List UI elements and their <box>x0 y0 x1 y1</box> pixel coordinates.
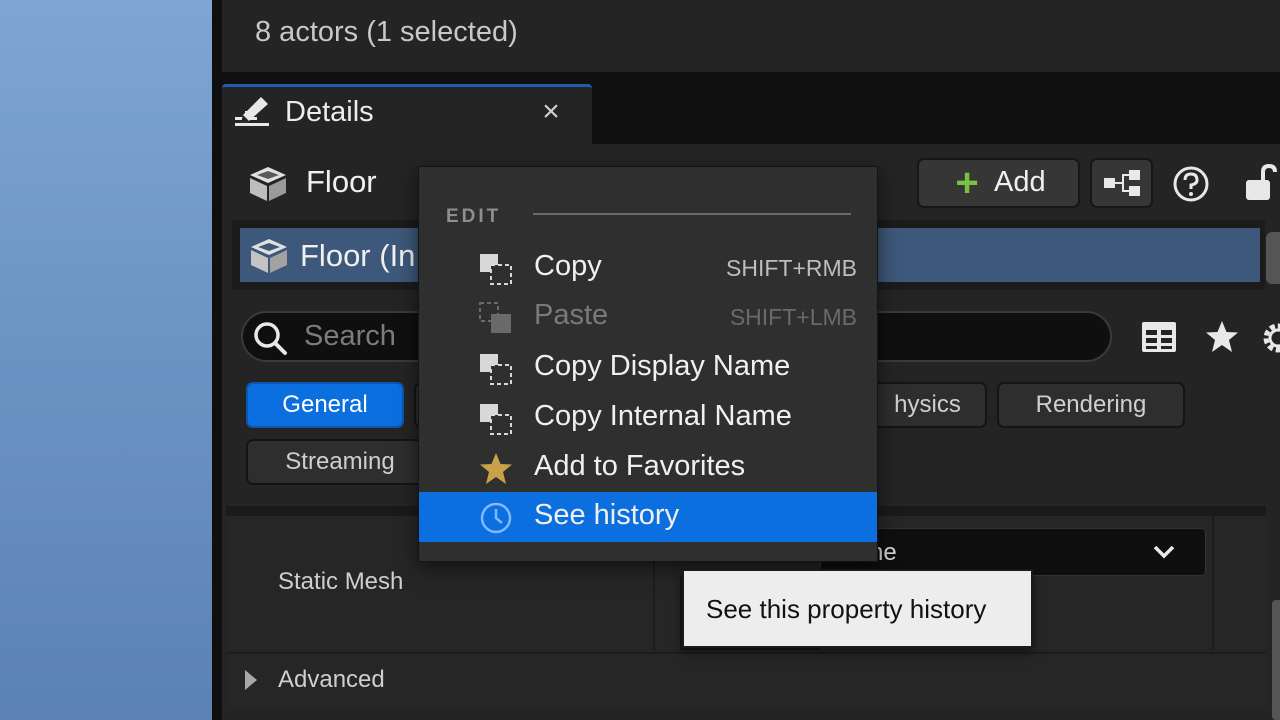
menu-item-paste-shortcut: SHIFT+LMB <box>729 304 857 330</box>
static-mesh-label: Static Mesh <box>278 568 404 595</box>
column-splitter-right <box>1212 516 1214 650</box>
copy-icon <box>480 254 512 285</box>
star-icon <box>480 453 512 484</box>
menu-item-paste-label: Paste <box>534 299 609 331</box>
menu-item-see-history[interactable]: See history <box>419 492 877 542</box>
menu-item-copy-internal-name[interactable]: Copy Internal Name <box>419 393 877 443</box>
actor-name: Floor <box>306 164 377 199</box>
menu-item-paste[interactable]: Paste SHIFT+LMB <box>419 292 877 342</box>
property-matrix-icon[interactable] <box>1140 319 1178 355</box>
menu-item-add-to-favorites-label: Add to Favorites <box>534 450 746 482</box>
menu-item-copy-label: Copy <box>534 250 602 282</box>
tab-details-label: Details <box>285 96 374 128</box>
help-icon[interactable] <box>1172 165 1210 203</box>
expand-arrow-icon[interactable] <box>242 667 260 693</box>
menu-item-copy-display-name-label: Copy Display Name <box>534 350 791 382</box>
menu-item-see-history-label: See history <box>534 499 680 531</box>
close-tab-icon[interactable]: × <box>537 95 565 129</box>
add-button-label: Add <box>994 166 1046 198</box>
panel-splitter[interactable] <box>212 0 222 720</box>
search-icon <box>254 322 287 355</box>
copy-icon <box>480 404 512 435</box>
menu-item-copy-internal-name-label: Copy Internal Name <box>534 400 792 432</box>
filter-rendering-button[interactable]: Rendering <box>997 382 1185 428</box>
details-pencil-icon <box>235 97 269 126</box>
viewport-background <box>0 0 212 720</box>
menu-item-add-to-favorites[interactable]: Add to Favorites <box>419 443 877 493</box>
filter-physics-label: hysics <box>894 391 961 418</box>
settings-gear-icon[interactable] <box>1258 318 1280 358</box>
menu-section-divider <box>533 213 851 215</box>
menu-item-copy[interactable]: Copy SHIFT+RMB <box>419 243 877 293</box>
component-scrollbar[interactable] <box>1266 232 1280 284</box>
filter-streaming-button[interactable]: Streaming <box>246 439 434 485</box>
advanced-label: Advanced <box>278 666 385 693</box>
hierarchy-icon <box>1104 170 1140 196</box>
lock-icon[interactable] <box>1243 162 1280 202</box>
favorites-star-icon[interactable] <box>1203 319 1241 355</box>
actor-cube-icon <box>250 167 286 201</box>
tooltip-text: See this property history <box>706 594 987 624</box>
static-mesh-component-icon <box>251 239 287 273</box>
clock-icon <box>480 502 512 534</box>
filter-general-button[interactable]: General <box>246 382 404 428</box>
actors-count-text: 8 actors (1 selected) <box>255 16 518 48</box>
copy-icon <box>480 354 512 385</box>
menu-section-heading: EDIT <box>446 206 502 227</box>
chevron-down-icon <box>1153 545 1175 559</box>
details-scrollbar[interactable] <box>1272 600 1280 720</box>
paste-icon <box>479 302 511 333</box>
add-plus-icon: + <box>955 161 979 205</box>
component-label: Floor (In <box>300 238 416 273</box>
menu-item-copy-display-name[interactable]: Copy Display Name <box>419 343 877 393</box>
menu-item-copy-shortcut: SHIFT+RMB <box>726 255 857 281</box>
